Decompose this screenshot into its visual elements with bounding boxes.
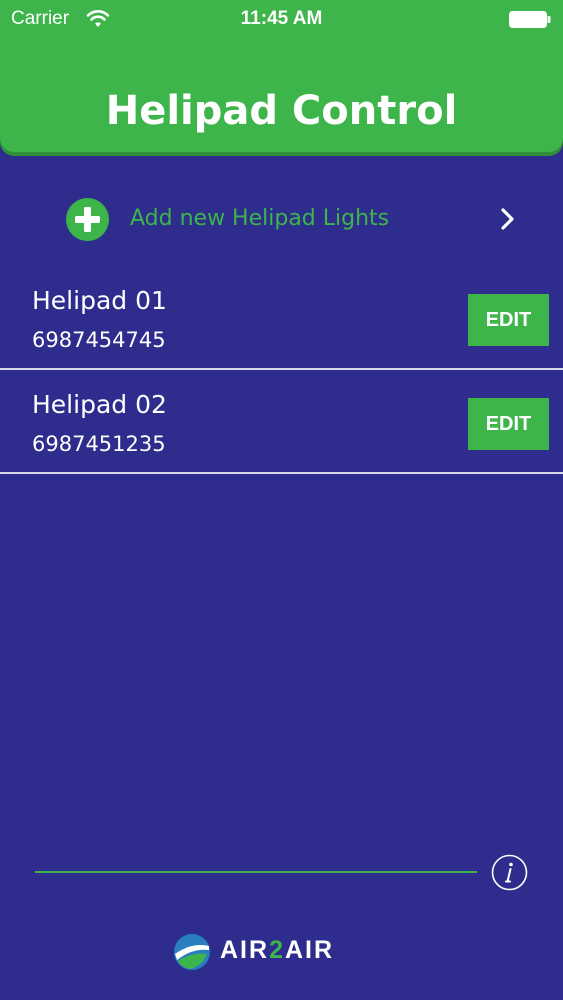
logo-icon bbox=[174, 934, 210, 970]
edit-helipad-button[interactable]: EDIT bbox=[468, 398, 549, 450]
status-bar: Carrier 11:45 AM bbox=[0, 0, 563, 40]
helipad-phone: 6987451235 bbox=[32, 432, 166, 456]
helipad-name: Helipad 02 bbox=[32, 390, 167, 419]
battery-icon bbox=[509, 11, 551, 28]
helipad-phone: 6987454745 bbox=[32, 328, 166, 352]
footer-divider bbox=[35, 871, 477, 873]
add-helipad-label: Add new Helipad Lights bbox=[130, 206, 390, 231]
page-title: Helipad Control bbox=[105, 88, 458, 134]
logo-part-1: AIR bbox=[220, 936, 270, 964]
helipad-list-item[interactable]: Helipad 02 6987451235 EDIT bbox=[0, 370, 563, 474]
logo-part-3: AIR bbox=[284, 936, 335, 964]
edit-helipad-button[interactable]: EDIT bbox=[468, 294, 549, 346]
info-icon[interactable] bbox=[491, 854, 528, 891]
helipad-name: Helipad 01 bbox=[32, 286, 167, 315]
add-helipad-row[interactable]: Add new Helipad Lights bbox=[0, 186, 563, 252]
logo-wordmark: AIR2AIR bbox=[220, 936, 334, 965]
chevron-right-icon bbox=[501, 208, 514, 230]
app-header: Carrier 11:45 AM Helipad Control bbox=[0, 0, 563, 152]
logo-part-2: 2 bbox=[269, 936, 285, 964]
status-time: 11:45 AM bbox=[240, 8, 323, 29]
air2air-logo: AIR2AIR bbox=[172, 930, 394, 974]
helipad-list-item[interactable]: Helipad 01 6987454745 EDIT bbox=[0, 266, 563, 370]
plus-circle-icon bbox=[66, 198, 109, 241]
